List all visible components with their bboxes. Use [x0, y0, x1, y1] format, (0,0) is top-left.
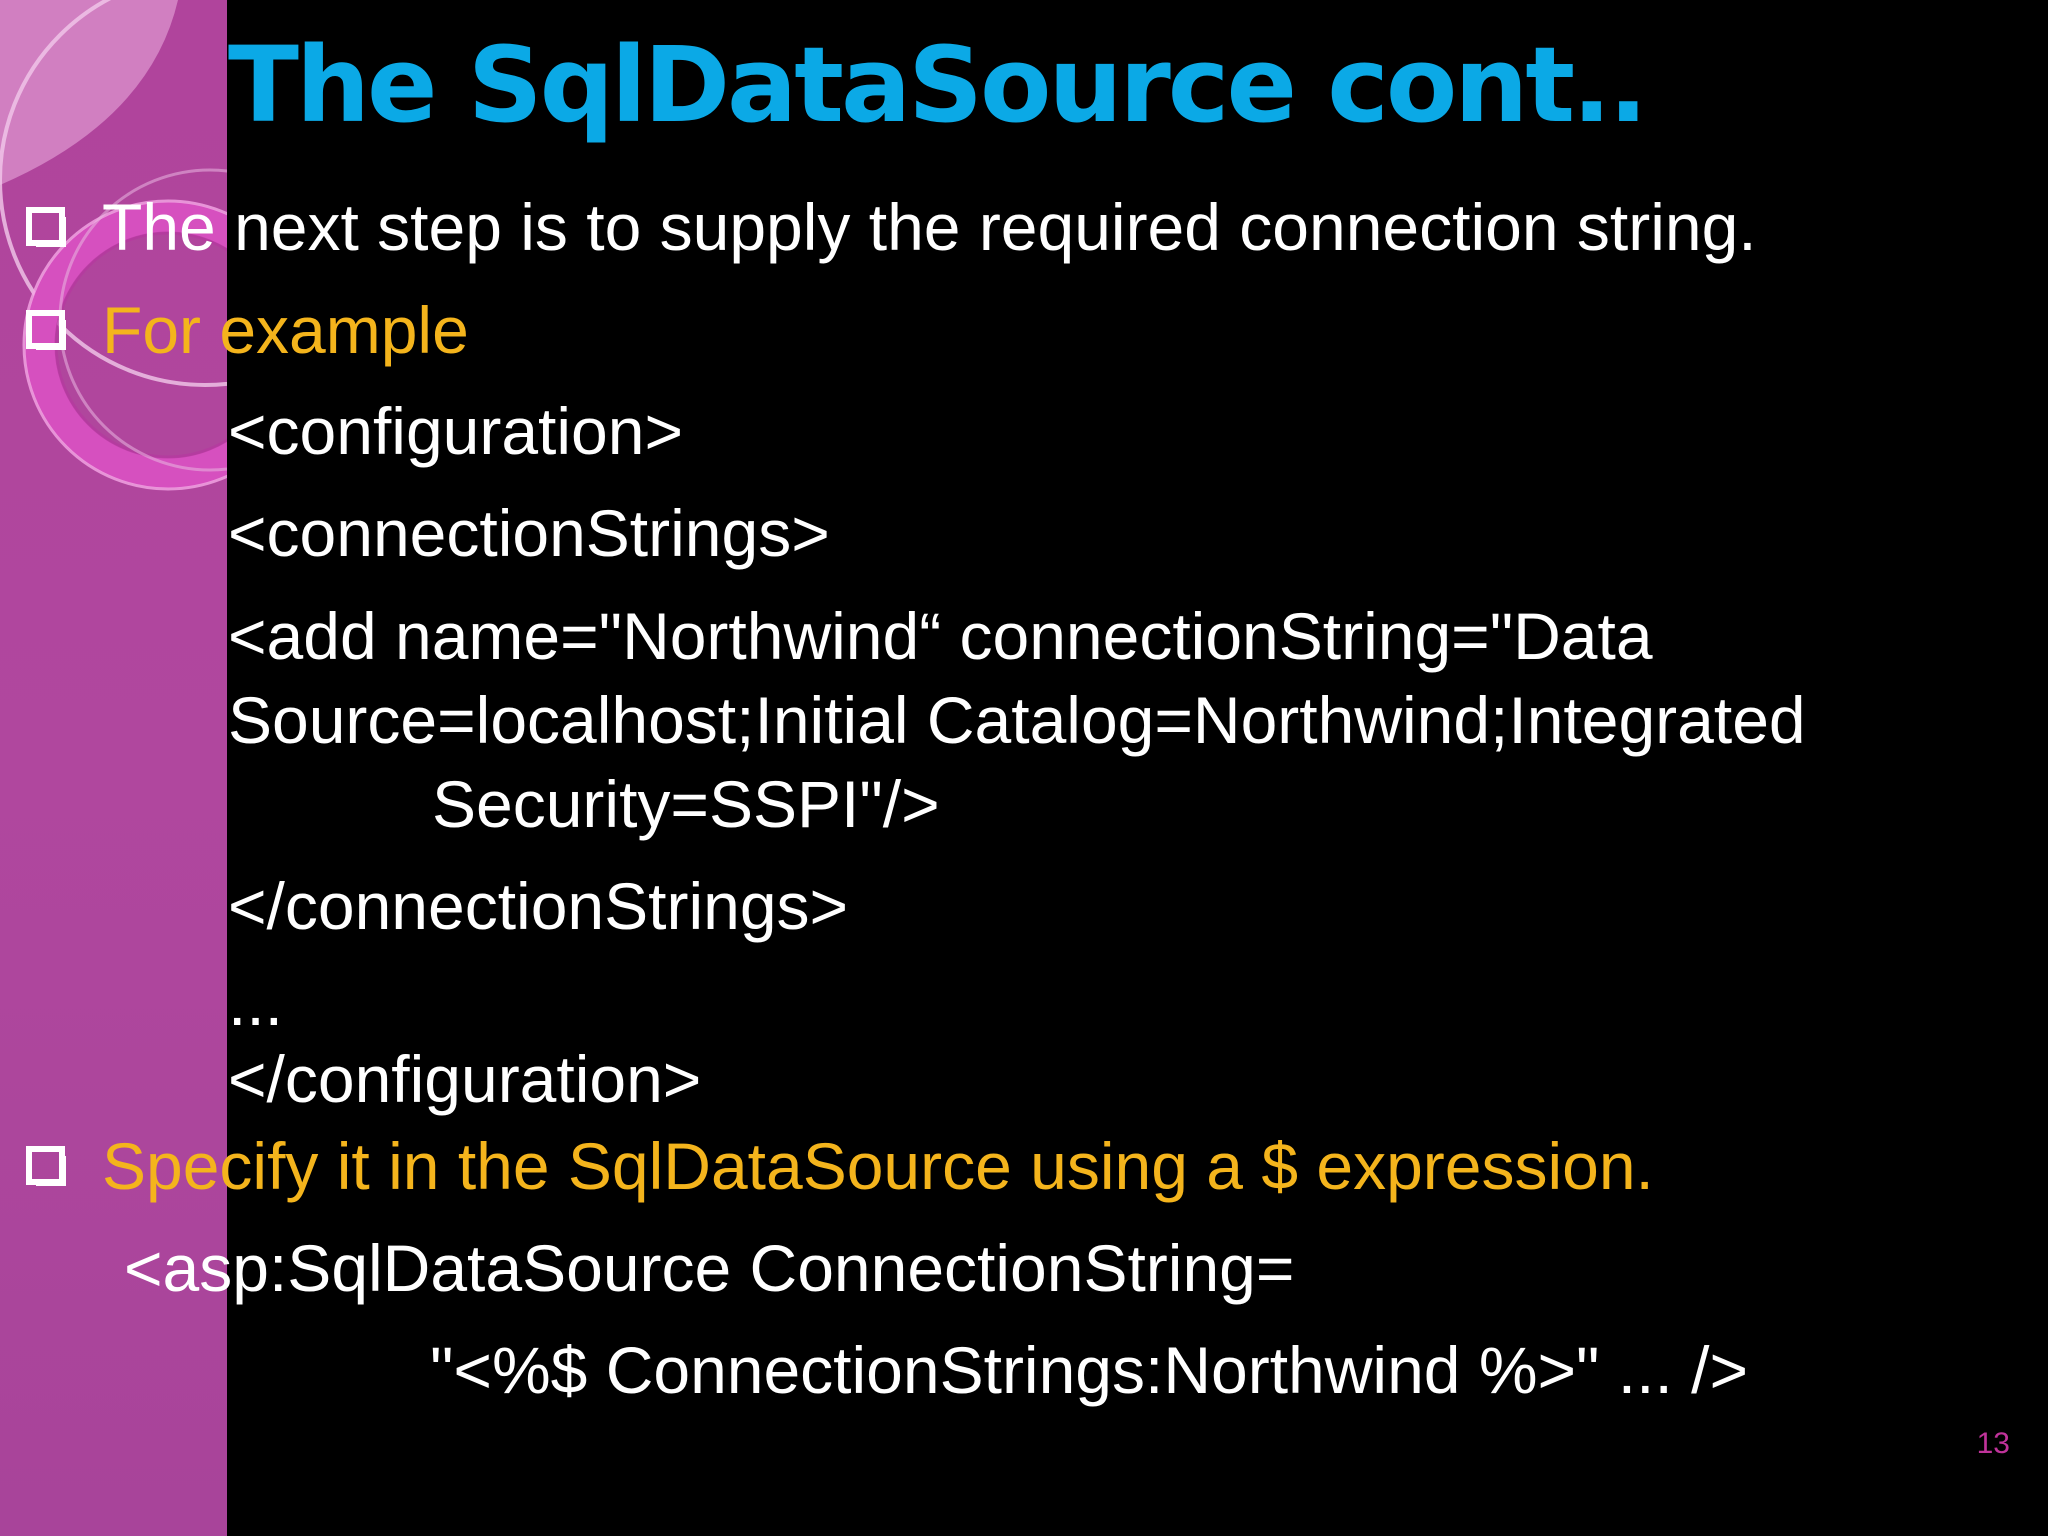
code-line: <connectionStrings> [228, 496, 830, 570]
hollow-square-bullet-icon [26, 207, 66, 247]
code-line: </connectionStrings> [228, 869, 849, 943]
code-line: </configuration> [228, 1042, 702, 1116]
bullet-text: The next step is to supply the required … [102, 190, 1757, 264]
bullet-text: For example [102, 293, 469, 367]
code-line: "<%$ ConnectionStrings:Northwind %>" ...… [430, 1333, 1749, 1407]
code-line: <configuration> [228, 394, 684, 468]
hollow-square-bullet-icon [26, 1146, 66, 1186]
code-line: ... [228, 965, 284, 1039]
code-line: <asp:SqlDataSource ConnectionString= [124, 1231, 1295, 1305]
slide: The SqlDataSource cont.. The next step i… [0, 0, 2048, 1536]
code-line: Security=SSPI"/> [432, 767, 940, 841]
page-number: 13 [1976, 1427, 2010, 1460]
code-line: Source=localhost;Initial Catalog=Northwi… [228, 683, 1806, 757]
bullet-text: Specify it in the SqlDataSource using a … [102, 1129, 1654, 1203]
slide-title: The SqlDataSource cont.. [228, 24, 1648, 146]
code-line: <add name="Northwind“ connectionString="… [228, 599, 1653, 673]
hollow-square-bullet-icon [26, 310, 66, 350]
